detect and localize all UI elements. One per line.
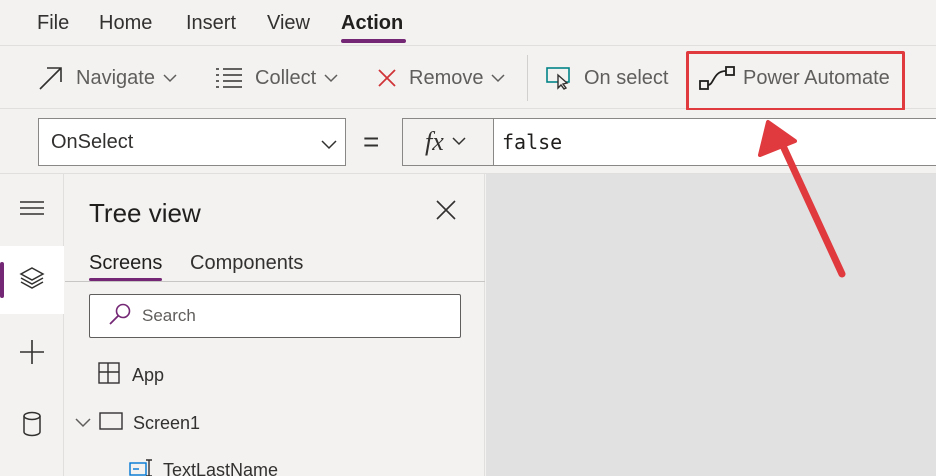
close-x-icon bbox=[377, 68, 397, 88]
tabs-divider bbox=[65, 281, 485, 282]
tab-components[interactable]: Components bbox=[190, 252, 303, 275]
property-value: OnSelect bbox=[51, 130, 134, 153]
chevron-down-icon bbox=[163, 73, 177, 83]
app-icon bbox=[98, 361, 120, 389]
chevron-down-icon bbox=[324, 73, 338, 83]
text-input-icon bbox=[129, 458, 153, 476]
search-icon bbox=[108, 303, 132, 330]
tab-screens[interactable]: Screens bbox=[89, 252, 162, 275]
menu-insert[interactable]: Insert bbox=[186, 12, 236, 35]
menu-home[interactable]: Home bbox=[99, 12, 152, 35]
remove-label: Remove bbox=[409, 66, 484, 89]
active-menu-indicator bbox=[341, 39, 406, 43]
power-automate-highlight bbox=[686, 51, 905, 111]
menu-bar: File Home Insert View Action bbox=[0, 0, 936, 46]
active-tab-indicator bbox=[89, 278, 162, 281]
on-select-label: On select bbox=[584, 66, 669, 89]
screen-icon bbox=[99, 411, 123, 435]
hamburger-icon bbox=[19, 200, 45, 221]
menu-action[interactable]: Action bbox=[341, 12, 403, 35]
fx-icon: fx bbox=[425, 127, 444, 156]
layers-icon bbox=[19, 266, 45, 295]
arrow-up-right-icon bbox=[38, 65, 64, 91]
tree-item-screen1[interactable]: Screen1 bbox=[75, 403, 200, 443]
navigate-button[interactable]: Navigate bbox=[38, 47, 177, 109]
menu-file[interactable]: File bbox=[37, 12, 69, 35]
tree-item-textlastname[interactable]: TextLastName bbox=[129, 450, 278, 476]
formula-input[interactable]: false bbox=[493, 118, 936, 166]
active-rail-indicator bbox=[0, 262, 4, 298]
list-icon bbox=[215, 67, 243, 89]
formula-value: false bbox=[502, 130, 563, 154]
equals-sign: = bbox=[363, 126, 380, 157]
left-rail bbox=[0, 174, 64, 476]
hamburger-menu-button[interactable] bbox=[0, 176, 64, 244]
database-icon bbox=[22, 411, 42, 442]
insert-rail-button[interactable] bbox=[0, 320, 64, 388]
plus-icon bbox=[19, 339, 45, 370]
menu-view[interactable]: View bbox=[267, 12, 310, 35]
chevron-down-icon[interactable] bbox=[75, 413, 91, 434]
chevron-down-icon bbox=[452, 133, 466, 151]
collect-button[interactable]: Collect bbox=[215, 47, 338, 109]
tree-view-panel: Tree view Screens Components Search App bbox=[65, 174, 485, 476]
ribbon-separator bbox=[527, 55, 528, 101]
fx-button[interactable]: fx bbox=[402, 118, 494, 166]
property-dropdown[interactable]: OnSelect bbox=[38, 118, 346, 166]
cursor-select-icon bbox=[546, 66, 572, 90]
power-apps-studio: File Home Insert View Action Navigate Co… bbox=[0, 0, 936, 476]
close-icon[interactable] bbox=[435, 199, 457, 226]
tree-item-label: TextLastName bbox=[163, 459, 279, 476]
tree-item-label: Screen1 bbox=[133, 412, 201, 433]
navigate-label: Navigate bbox=[76, 66, 155, 89]
tree-view-rail-button[interactable] bbox=[0, 246, 64, 314]
on-select-button[interactable]: On select bbox=[546, 47, 668, 109]
tree-item-app[interactable]: App bbox=[98, 355, 164, 395]
design-canvas[interactable] bbox=[486, 174, 936, 476]
chevron-down-icon bbox=[491, 73, 506, 83]
chevron-down-icon bbox=[321, 134, 337, 157]
tree-item-label: App bbox=[132, 364, 165, 385]
tree-search-input[interactable]: Search bbox=[89, 294, 461, 338]
remove-button[interactable]: Remove bbox=[377, 47, 506, 109]
collect-label: Collect bbox=[255, 66, 317, 89]
search-placeholder: Search bbox=[142, 306, 196, 325]
data-rail-button[interactable] bbox=[0, 392, 64, 460]
tree-view-title: Tree view bbox=[89, 198, 201, 228]
formula-bar: OnSelect = fx false bbox=[0, 110, 936, 174]
